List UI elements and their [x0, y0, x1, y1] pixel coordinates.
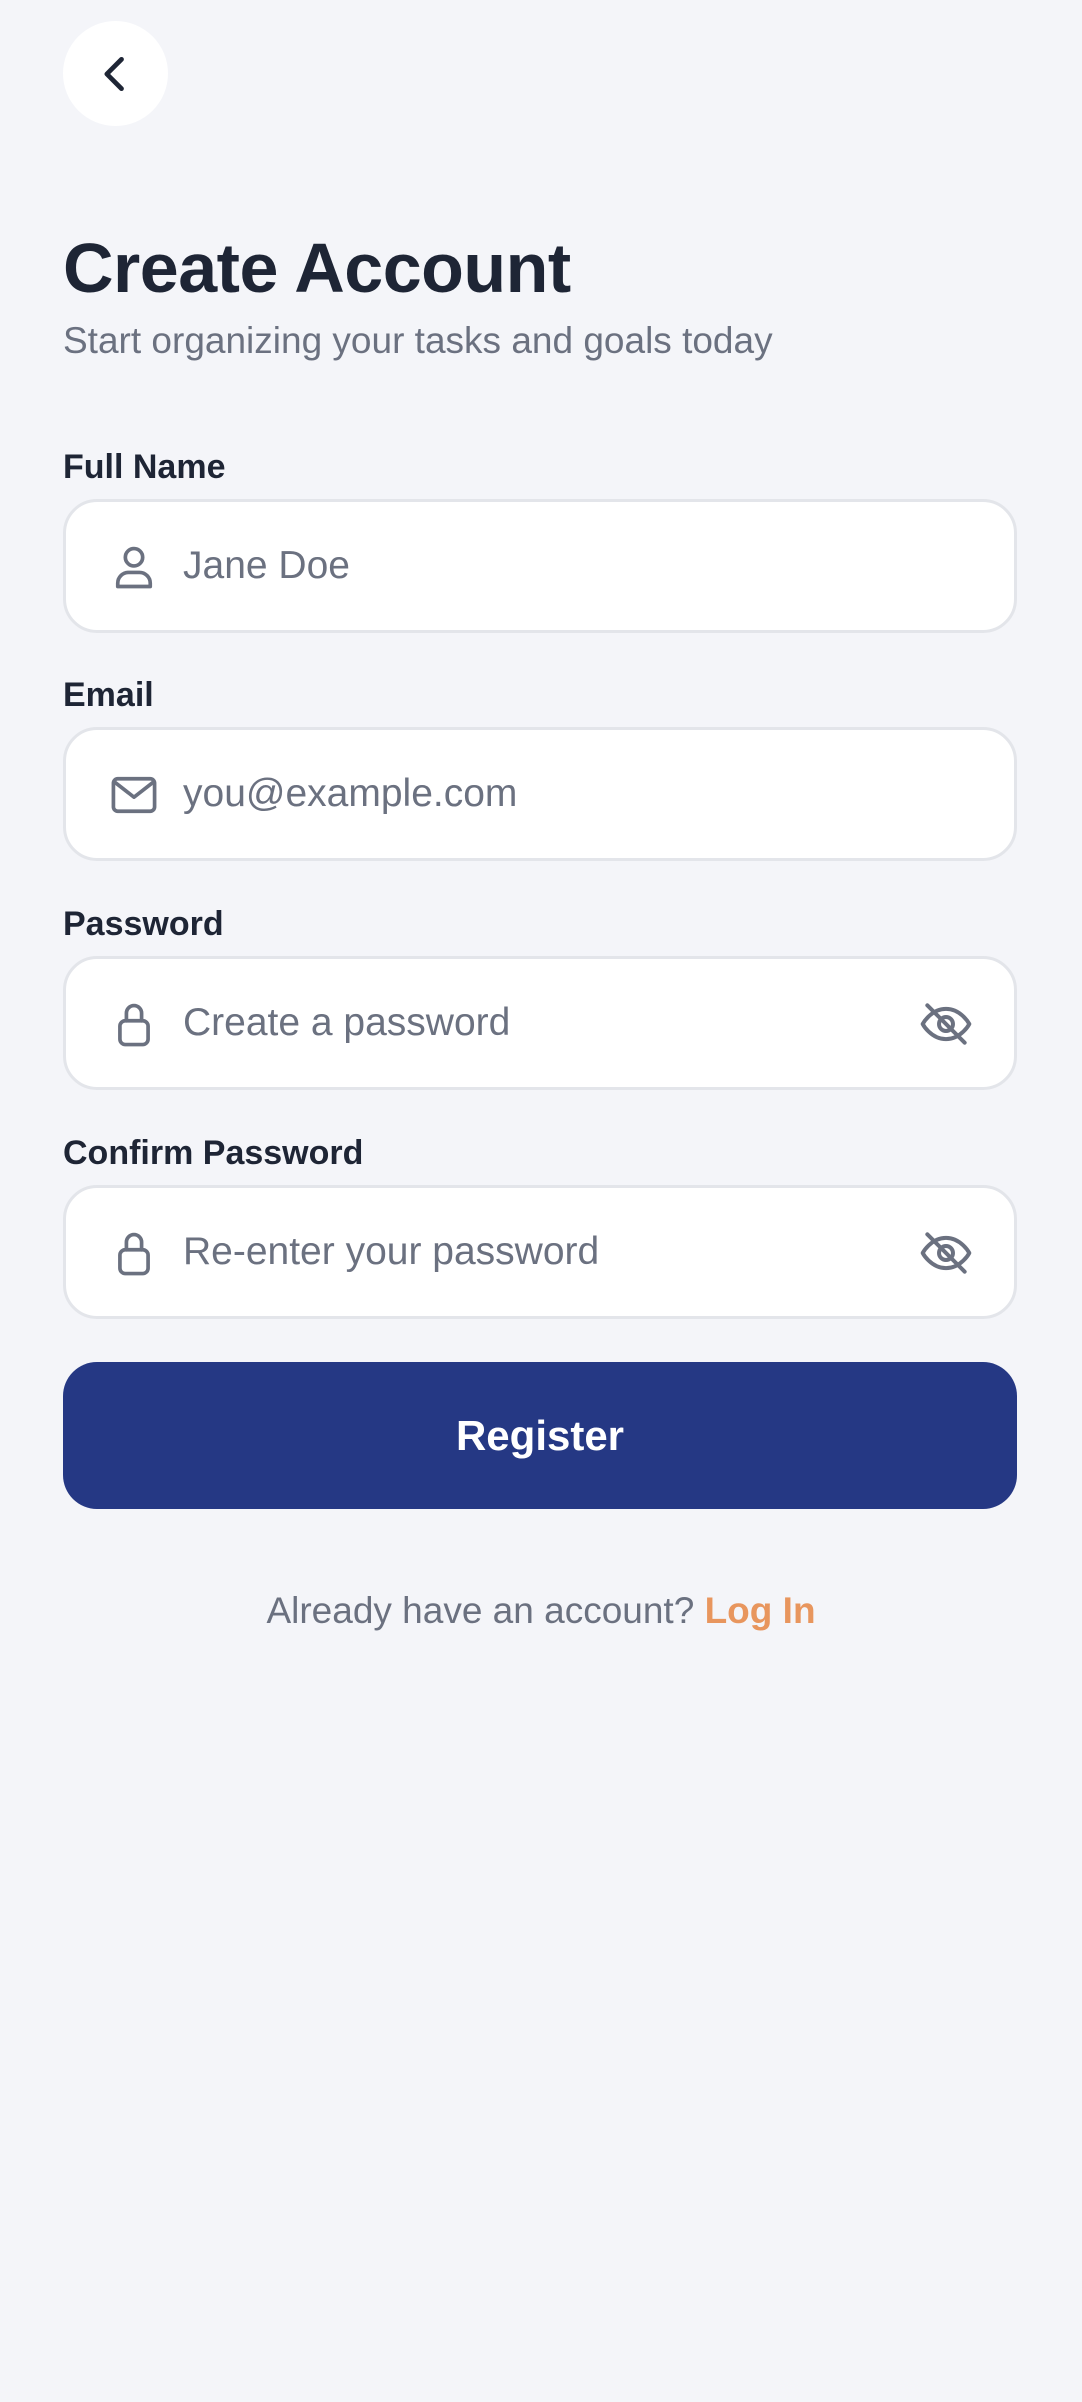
email-field[interactable] — [63, 727, 1017, 861]
confirm-password-input[interactable] — [183, 1188, 903, 1316]
page-title: Create Account — [63, 229, 571, 307]
login-prompt-text: Already have an account? — [266, 1590, 695, 1631]
chevron-left-icon — [103, 56, 124, 91]
full-name-field[interactable] — [63, 499, 1017, 633]
eye-off-icon[interactable] — [918, 996, 974, 1052]
register-button[interactable]: Register — [63, 1362, 1017, 1509]
mail-icon — [111, 776, 157, 814]
email-label: Email — [63, 676, 154, 714]
confirm-password-label: Confirm Password — [63, 1134, 364, 1172]
login-link[interactable]: Log In — [705, 1590, 816, 1631]
page-subtitle: Start organizing your tasks and goals to… — [63, 320, 773, 361]
password-field[interactable] — [63, 956, 1017, 1090]
password-label: Password — [63, 905, 224, 943]
full-name-label: Full Name — [63, 448, 226, 486]
back-button[interactable] — [63, 21, 168, 126]
lock-icon — [118, 1232, 150, 1276]
confirm-password-field[interactable] — [63, 1185, 1017, 1319]
login-prompt: Already have an account? Log In — [0, 1590, 1082, 1632]
password-input[interactable] — [183, 959, 903, 1087]
lock-icon — [118, 1003, 150, 1047]
full-name-input[interactable] — [183, 502, 903, 630]
user-icon — [115, 546, 153, 589]
eye-off-icon[interactable] — [918, 1225, 974, 1281]
email-input[interactable] — [183, 730, 903, 858]
